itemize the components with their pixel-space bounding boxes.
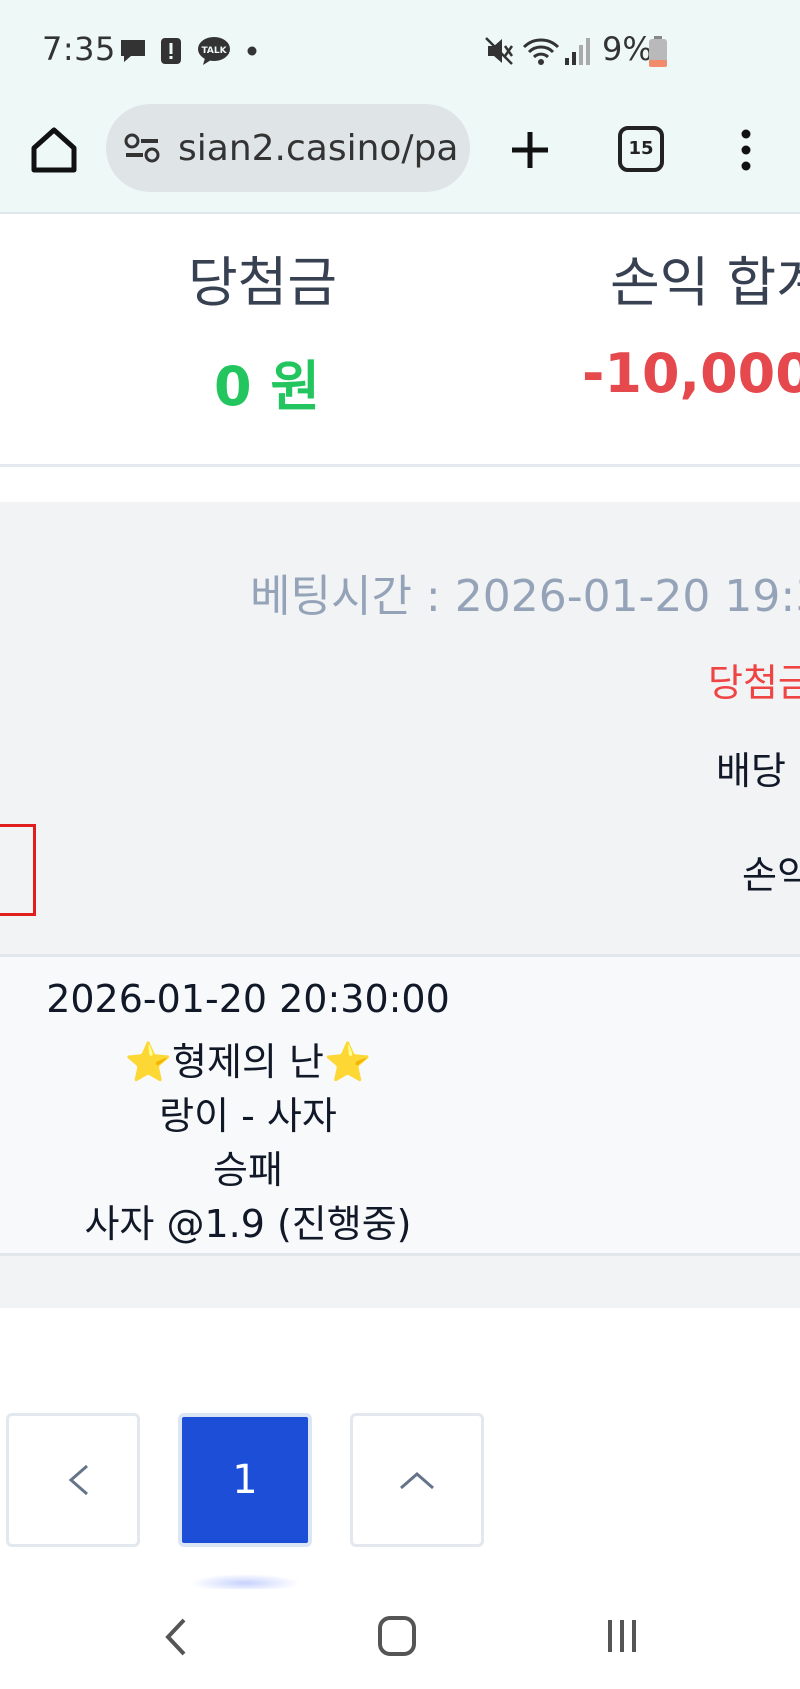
- mute-icon: [485, 37, 514, 65]
- status-box[interactable]: [0, 824, 36, 916]
- game-datetime: 2026-01-20 20:30:00: [46, 977, 450, 1021]
- profit-total-label: 손익 합계: [610, 251, 800, 314]
- bet-card: 베팅시간 : 2026-01-20 19:3 당첨금 배당 : 손익: [0, 502, 800, 957]
- svg-text:TALK: TALK: [201, 46, 227, 56]
- win-amount-value: 0 원: [214, 355, 321, 418]
- win-amount-label: 당첨금: [188, 251, 338, 314]
- address-bar[interactable]: sian2.casino/pa: [106, 104, 470, 192]
- recents-icon[interactable]: [602, 1614, 646, 1660]
- home-icon[interactable]: [28, 120, 80, 180]
- bet-profit-label: 손익: [742, 853, 800, 897]
- star-icon: ⭐: [124, 1040, 173, 1084]
- url-text: sian2.casino/pa: [178, 128, 459, 169]
- game-market: 승패: [213, 1148, 283, 1192]
- profit-total-value: -10,000: [582, 342, 800, 405]
- wifi-icon: [522, 38, 560, 65]
- more-options-icon[interactable]: [736, 120, 756, 180]
- home-nav-icon[interactable]: [376, 1614, 420, 1660]
- status-time: 7:35: [42, 30, 116, 68]
- prev-page-button[interactable]: [6, 1413, 140, 1547]
- chat-icon: [121, 40, 145, 62]
- game-matchup: 랑이 - 사자: [159, 1094, 337, 1138]
- game-detail: 2026-01-20 20:30:00 ⭐형제의 난⭐ 랑이 - 사자 승패 사…: [0, 957, 800, 1256]
- summary-panel: 당첨금 0 원 손익 합계 -10,000: [0, 214, 800, 467]
- dot-icon: [247, 46, 257, 56]
- site-settings-icon[interactable]: [124, 132, 160, 164]
- talk-icon: TALK: [198, 37, 230, 65]
- scroll-top-button[interactable]: [350, 1413, 484, 1547]
- divider-strip: [0, 1256, 800, 1308]
- bet-time: 베팅시간 : 2026-01-20 19:3: [250, 571, 800, 622]
- tab-switcher-button[interactable]: 15: [618, 126, 664, 172]
- page-1-button[interactable]: 1: [178, 1413, 312, 1547]
- chevron-up-icon: [400, 1472, 434, 1490]
- game-selection: 사자 @1.9 (진행중): [84, 1202, 412, 1246]
- new-tab-icon[interactable]: [505, 120, 555, 180]
- bet-odds-label: 배당 :: [716, 749, 800, 793]
- battery-percent: 9%: [602, 30, 653, 68]
- alert-icon: [161, 38, 181, 64]
- back-icon[interactable]: [156, 1612, 196, 1662]
- star-icon: ⭐: [323, 1040, 372, 1084]
- battery-icon: [649, 36, 667, 67]
- bet-win-label: 당첨금: [708, 661, 800, 705]
- signal-icon: [565, 38, 590, 65]
- chevron-left-icon: [68, 1464, 88, 1496]
- game-name: 형제의 난: [172, 1040, 324, 1084]
- game-name-line: ⭐형제의 난⭐: [0, 1031, 496, 1086]
